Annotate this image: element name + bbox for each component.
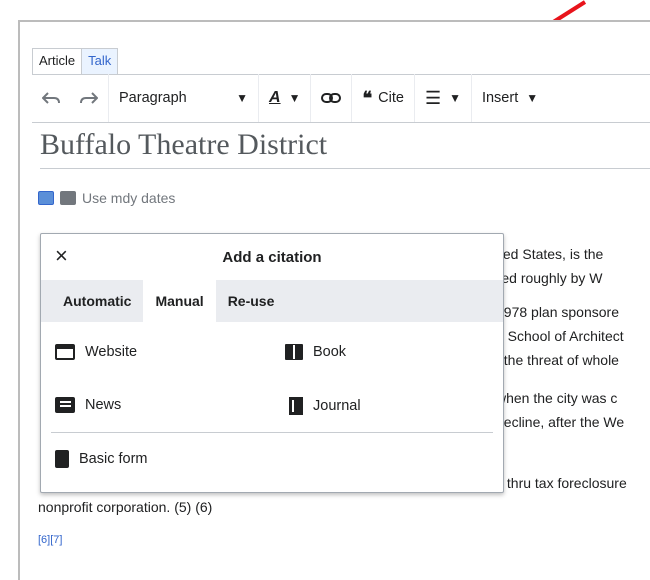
redo-icon (80, 92, 98, 104)
citation-journal[interactable]: Journal (289, 397, 361, 415)
citation-book[interactable]: Book (285, 344, 346, 360)
tab-automatic[interactable]: Automatic (51, 280, 143, 322)
references: [6][7] (38, 530, 62, 546)
redo-button[interactable] (70, 74, 108, 122)
list-dropdown[interactable]: ☰ ▼ (413, 74, 471, 122)
paragraph-label: Paragraph (119, 90, 187, 106)
dialog-divider (51, 432, 493, 433)
paragraph-dropdown[interactable]: Paragraph ▼ (108, 74, 258, 122)
news-label: News (85, 397, 122, 413)
journal-icon (289, 397, 303, 415)
book-icon (285, 344, 303, 360)
dialog-title: Add a citation (222, 248, 322, 266)
tab-reuse[interactable]: Re-use (216, 280, 287, 322)
page-tabs: Article Talk (32, 46, 119, 74)
body-line: 1978 plan sponsore (496, 304, 619, 320)
tab-article[interactable]: Article (32, 48, 83, 74)
book-icon (38, 191, 54, 205)
undo-icon (42, 92, 60, 104)
citation-basic-form[interactable]: Basic form (55, 450, 148, 468)
news-icon (55, 397, 75, 413)
cite-label: Cite (378, 90, 404, 106)
citation-tabs: Automatic Manual Re-use (41, 280, 503, 322)
quote-icon: ❝ (362, 87, 373, 108)
website-icon (55, 344, 75, 360)
title-divider (40, 168, 650, 169)
page-title: Buffalo Theatre District (40, 128, 328, 161)
body-line: s thru tax foreclosure (496, 475, 627, 491)
mdy-dates-template[interactable]: Use mdy dates (38, 190, 175, 206)
journal-label: Journal (313, 398, 361, 414)
book-label: Book (313, 344, 347, 360)
list-icon: ☰ (424, 87, 442, 108)
reference-link[interactable]: [6][7] (38, 534, 62, 546)
chevron-down-icon: ▼ (526, 91, 539, 105)
tab-talk[interactable]: Talk (82, 48, 119, 74)
link-icon (321, 93, 342, 103)
body-line: decline, after the We (496, 414, 625, 430)
puzzle-icon (60, 191, 76, 205)
body-line: when the city was c (496, 390, 618, 406)
undo-button[interactable] (32, 74, 70, 122)
chevron-down-icon: ▼ (236, 91, 248, 105)
dialog-header: × Add a citation (41, 234, 503, 280)
text-style-icon: A (269, 89, 281, 106)
body-paragraph: nonprofit corporation. (5) (6) (38, 499, 213, 515)
tab-manual[interactable]: Manual (143, 280, 216, 322)
editor-toolbar: Paragraph ▼ A ▼ ❝ Cite ☰ ▼ Insert ▼ (32, 74, 650, 123)
body-line: f the threat of whole (496, 352, 619, 368)
citation-website[interactable]: Website (55, 344, 137, 360)
citation-news[interactable]: News (55, 397, 121, 413)
mdy-label: Use mdy dates (82, 190, 176, 206)
cite-button[interactable]: ❝ Cite (351, 74, 413, 122)
chevron-down-icon: ▼ (288, 91, 301, 105)
body-line: o School of Architect (496, 328, 624, 344)
close-icon[interactable]: × (55, 244, 68, 268)
add-citation-dialog: × Add a citation Automatic Manual Re-use… (40, 233, 504, 493)
text-style-dropdown[interactable]: A ▼ (258, 74, 310, 122)
insert-dropdown[interactable]: Insert ▼ (470, 74, 548, 122)
website-label: Website (85, 344, 138, 360)
link-button[interactable] (310, 74, 351, 122)
chevron-down-icon: ▼ (449, 91, 461, 105)
basic-form-icon (55, 450, 69, 468)
insert-label: Insert (481, 90, 519, 106)
basic-form-label: Basic form (79, 451, 148, 467)
